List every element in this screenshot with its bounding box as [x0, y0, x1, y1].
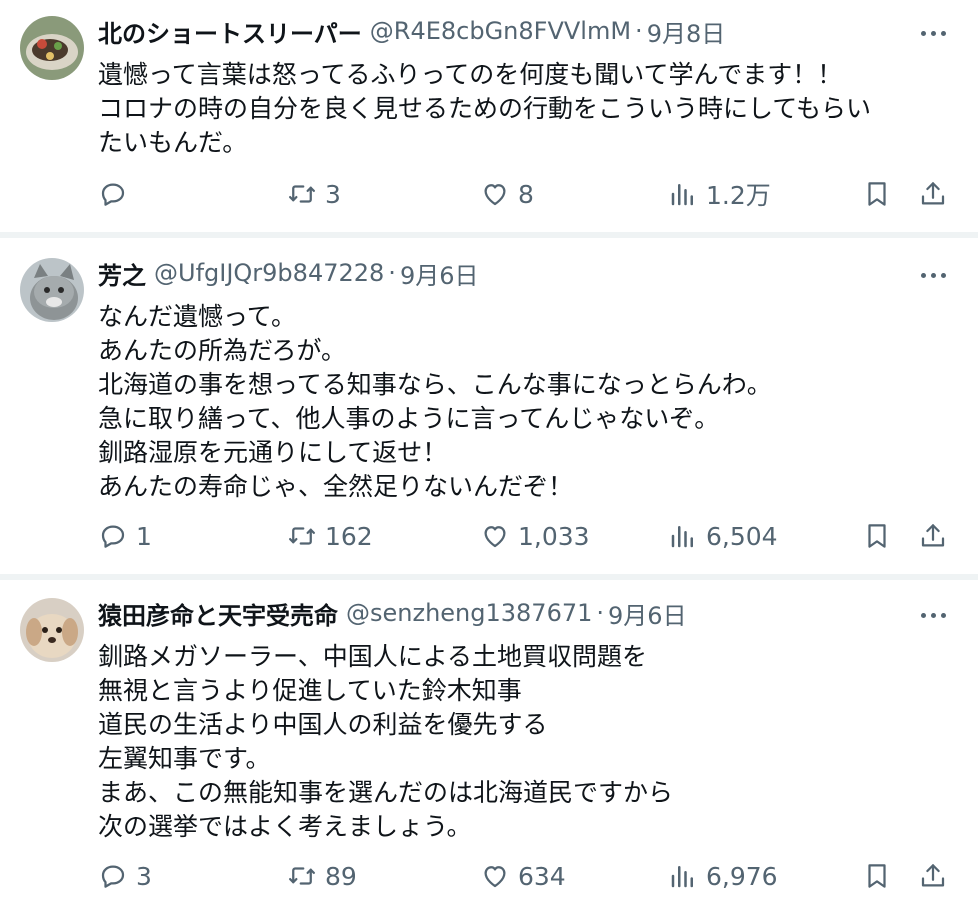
reply-button[interactable]: 3 — [98, 856, 152, 896]
tweet-text-line: 釧路湿原を元通りにして返せ！ — [98, 438, 448, 467]
tweet-text-line: 道民の生活より中国人の利益を優先する — [98, 710, 548, 739]
reply-button[interactable]: 1 — [98, 516, 152, 556]
reply-button[interactable] — [98, 174, 136, 214]
display-name[interactable]: 猿田彦命と天宇受売命 — [98, 596, 338, 630]
share-icon[interactable] — [916, 516, 950, 556]
views-button[interactable]: 6,976 — [668, 856, 778, 896]
bookmark-icon[interactable] — [860, 174, 894, 214]
avatar[interactable] — [20, 16, 84, 80]
retweet-icon — [289, 527, 315, 545]
like-count: 634 — [518, 861, 566, 891]
reply-icon — [101, 183, 125, 206]
separator-dot: · — [388, 259, 396, 287]
tweet-date[interactable]: 9月6日 — [400, 256, 479, 290]
tweet-text-line: 急に取り繕って、他人事のように言ってんじゃないぞ。 — [98, 404, 720, 433]
retweet-count: 89 — [325, 861, 357, 891]
more-icon[interactable] — [916, 258, 950, 292]
separator-dot: · — [596, 599, 605, 627]
tweet-text: 釧路メガソーラー、中国人による土地買収問題を 無視と言うより促進していた鈴木知事… — [98, 640, 958, 844]
tweet[interactable]: 猿田彦命と天宇受売命 @senzheng1387671 · 9月6日 釧路メガソ… — [0, 580, 978, 906]
separator-dot: · — [635, 17, 643, 45]
display-name[interactable]: 北のショートスリーパー — [98, 14, 362, 48]
reply-icon — [101, 525, 125, 548]
retweet-count: 3 — [325, 179, 341, 209]
like-button[interactable]: 634 — [480, 856, 566, 896]
user-handle[interactable]: @R4E8cbGn8FVVlmM — [370, 17, 631, 45]
tweet-text-line: あんたの所為だろが。 — [98, 336, 347, 365]
share-icon[interactable] — [916, 856, 950, 896]
tweet-text-line: たいもんだ。 — [98, 128, 248, 157]
heart-icon — [484, 866, 506, 888]
share-icon[interactable] — [916, 174, 950, 214]
tweet-text-line: あんたの寿命じゃ、全然足りないんだぞ！ — [98, 472, 574, 501]
retweet-button[interactable]: 3 — [287, 174, 341, 214]
tweet-text-line: 無視と言うより促進していた鈴木知事 — [98, 676, 522, 705]
tweet-text-line: 北海道の事を想ってる知事なら、こんな事になっとらんわ。 — [98, 370, 772, 399]
views-button[interactable]: 1.2万 — [668, 174, 771, 214]
tweet[interactable]: 芳之 @UfgIJQr9b847228 · 9月6日 なんだ遺憾って。 あんたの… — [0, 238, 978, 574]
user-handle[interactable]: @UfgIJQr9b847228 — [154, 259, 384, 287]
view-count: 1.2万 — [706, 181, 771, 210]
tweet[interactable]: 北のショートスリーパー @R4E8cbGn8FVVlmM · 9月8日 遺憾って… — [0, 0, 978, 232]
bookmark-icon[interactable] — [860, 856, 894, 896]
avatar[interactable] — [20, 598, 84, 662]
views-button[interactable]: 6,504 — [668, 516, 778, 556]
retweet-icon — [289, 185, 315, 203]
tweet-text-line: 遺憾って言葉は怒ってるふりってのを何度も聞いて学んでます！！ — [98, 60, 843, 89]
retweet-button[interactable]: 89 — [287, 856, 357, 896]
tweet-text-line: 次の選挙ではよく考えましょう。 — [98, 812, 472, 841]
view-count: 6,976 — [706, 861, 778, 891]
tweet-text: なんだ遺憾って。 あんたの所為だろが。 北海道の事を想ってる知事なら、こんな事に… — [98, 300, 958, 504]
like-button[interactable]: 8 — [480, 174, 534, 214]
display-name[interactable]: 芳之 — [98, 256, 146, 290]
tweet-date[interactable]: 9月6日 — [608, 596, 687, 630]
views-icon — [671, 866, 693, 888]
avatar[interactable] — [20, 258, 84, 322]
reply-count: 3 — [136, 861, 152, 891]
tweet-text-line: まあ、この無能知事を選んだのは北海道民ですから — [98, 778, 674, 807]
bookmark-icon[interactable] — [860, 516, 894, 556]
like-button[interactable]: 1,033 — [480, 516, 590, 556]
like-count: 1,033 — [518, 521, 590, 551]
more-icon[interactable] — [916, 16, 950, 50]
user-handle[interactable]: @senzheng1387671 — [346, 599, 592, 627]
like-count: 8 — [518, 179, 534, 209]
retweet-button[interactable]: 162 — [287, 516, 373, 556]
views-icon — [671, 526, 693, 548]
retweet-icon — [289, 867, 315, 885]
tweet-text-line: 左翼知事です。 — [98, 744, 271, 773]
view-count: 6,504 — [706, 521, 778, 551]
heart-icon — [484, 526, 506, 548]
reply-count: 1 — [136, 521, 152, 551]
heart-icon — [484, 184, 506, 206]
retweet-count: 162 — [325, 521, 373, 551]
tweet-text-line: コロナの時の自分を良く見せるための行動をこういう時にしてもらい — [98, 94, 872, 123]
more-icon[interactable] — [916, 598, 950, 632]
tweet-text-line: なんだ遺憾って。 — [98, 302, 297, 331]
tweet-text: 遺憾って言葉は怒ってるふりってのを何度も聞いて学んでます！！ コロナの時の自分を… — [98, 58, 958, 160]
reply-icon — [101, 865, 125, 888]
tweet-text-line: 釧路メガソーラー、中国人による土地買収問題を — [98, 642, 648, 671]
tweet-date[interactable]: 9月8日 — [647, 14, 726, 48]
views-icon — [671, 184, 693, 206]
